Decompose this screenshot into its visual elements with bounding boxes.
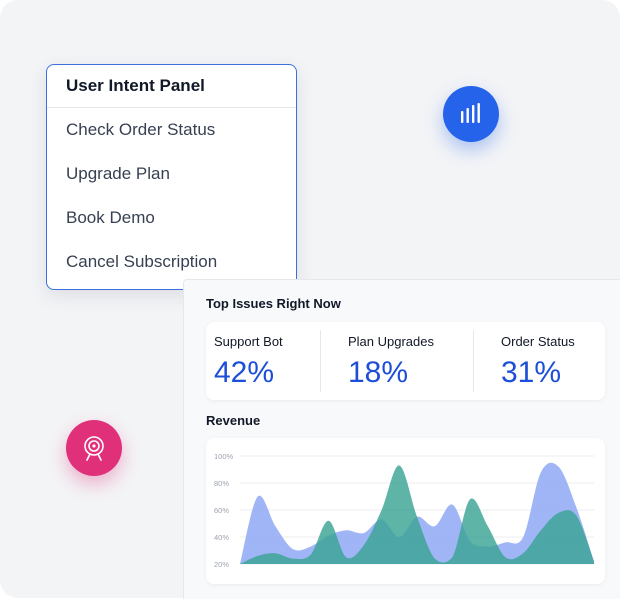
chart-y-tick-label: 100%	[214, 452, 234, 461]
stat-label: Support Bot	[214, 334, 283, 349]
chart-y-tick-label: 40%	[214, 533, 229, 542]
bar-chart-icon	[461, 103, 480, 123]
target-icon	[84, 436, 104, 461]
intent-panel-title: User Intent Panel	[47, 65, 296, 108]
analytics-button[interactable]	[443, 86, 499, 142]
revenue-title: Revenue	[206, 413, 261, 428]
stat-label: Order Status	[501, 334, 575, 349]
stat-value: 31%	[501, 356, 562, 389]
stat-plan-upgrades: Plan Upgrades 18%	[348, 322, 478, 400]
revenue-chart-card: 100% 80% 60% 40% 20%	[206, 438, 605, 584]
stat-value: 18%	[348, 356, 409, 389]
stat-divider	[473, 330, 474, 392]
stat-support-bot: Support Bot 42%	[214, 322, 334, 400]
intent-item-book-demo[interactable]: Book Demo	[47, 196, 296, 240]
chart-y-tick-label: 60%	[214, 506, 229, 515]
dashboard-panel: Top Issues Right Now Support Bot 42% Pla…	[183, 279, 620, 599]
top-issues-title: Top Issues Right Now	[206, 296, 341, 311]
user-intent-panel: User Intent Panel Check Order Status Upg…	[46, 64, 297, 290]
intent-item-cancel-subscription[interactable]: Cancel Subscription	[47, 240, 296, 284]
top-issues-card: Support Bot 42% Plan Upgrades 18% Order …	[206, 322, 605, 400]
goals-button[interactable]	[66, 420, 122, 476]
chart-y-tick-label: 20%	[214, 560, 229, 569]
stat-divider	[320, 330, 321, 392]
intent-item-upgrade-plan[interactable]: Upgrade Plan	[47, 152, 296, 196]
stat-label: Plan Upgrades	[348, 334, 434, 349]
stat-order-status: Order Status 31%	[501, 322, 601, 400]
stat-value: 42%	[214, 356, 275, 389]
intent-item-check-order-status[interactable]: Check Order Status	[47, 108, 296, 152]
revenue-chart: 100% 80% 60% 40% 20%	[214, 452, 594, 569]
chart-y-tick-label: 80%	[214, 479, 229, 488]
